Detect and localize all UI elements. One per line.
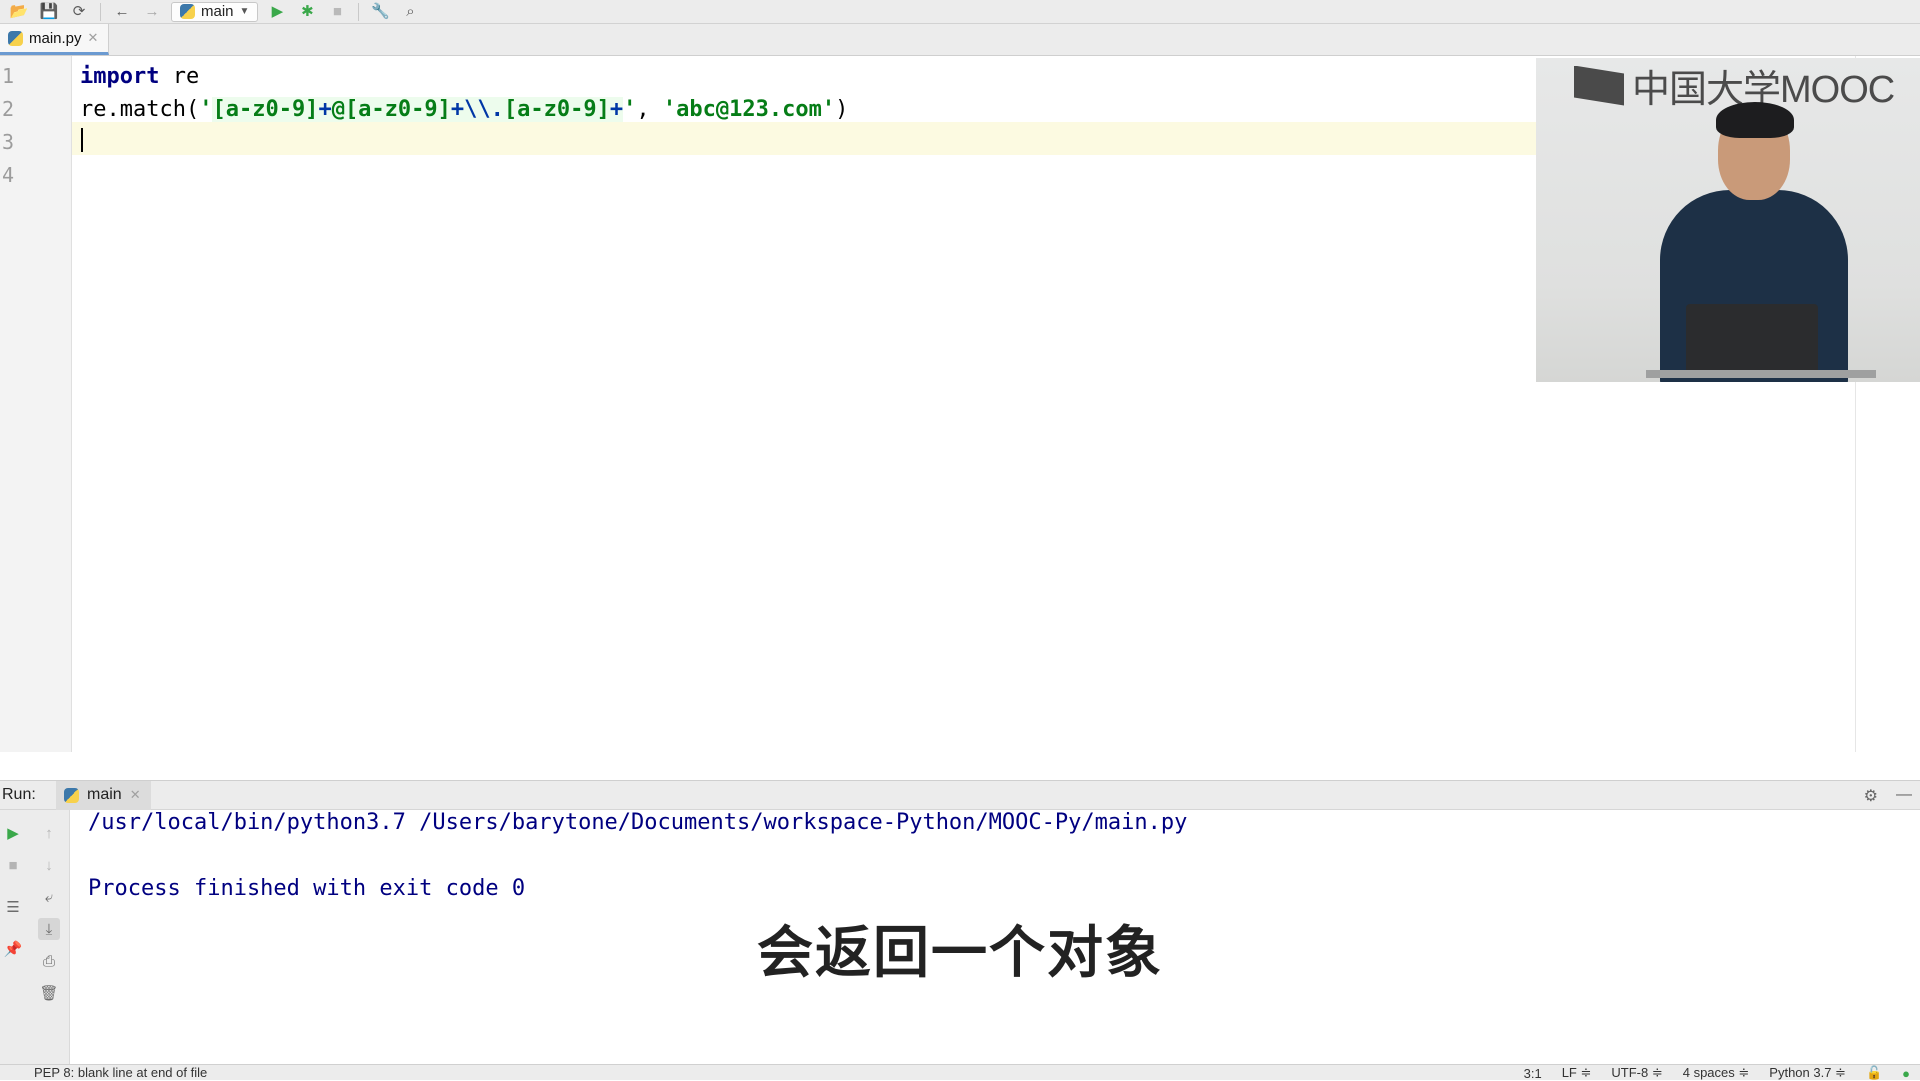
chevron-down-icon: ▼ <box>239 6 250 17</box>
mooc-logo-icon <box>1574 65 1624 106</box>
string-quote: ' <box>623 97 637 122</box>
line-number-gutter: 1 2 3 4 <box>0 56 72 752</box>
caret-position[interactable]: 3:1 <box>1524 1066 1542 1081</box>
save-icon[interactable]: 💾 <box>34 2 64 22</box>
arrow-down-icon[interactable]: ↓ <box>38 854 60 876</box>
forward-icon[interactable]: → <box>137 2 167 22</box>
search-icon[interactable]: ⌕ <box>395 2 425 22</box>
laptop-image <box>1686 304 1818 376</box>
run-label: Run: <box>2 786 36 803</box>
line-separator[interactable]: LF ≑ <box>1562 1065 1592 1081</box>
run-tab-label: main <box>87 786 122 803</box>
run-tab-main[interactable]: main ✕ <box>56 780 151 810</box>
status-widgets: 3:1 LF ≑ UTF-8 ≑ 4 spaces ≑ Python 3.7 ≑… <box>1524 1065 1910 1081</box>
toolbar-divider <box>358 2 360 21</box>
close-icon[interactable]: ✕ <box>88 30 99 46</box>
status-bar: PEP 8: blank line at end of file 3:1 LF … <box>0 1064 1920 1081</box>
string-quote: ' <box>199 97 213 122</box>
code-text: re <box>159 64 200 89</box>
editor-tab-bar: main.py ✕ <box>0 24 1920 56</box>
string-literal: 'abc@123.com' <box>662 97 836 122</box>
debug-icon[interactable]: ✱ <box>292 2 322 22</box>
desk-edge <box>1646 370 1876 378</box>
run-tool-header: Run: main ✕ ⚙ — <box>0 780 1920 810</box>
regex-quantifier: + <box>450 97 465 122</box>
run-configuration-selector[interactable]: main ▼ <box>171 1 259 22</box>
soft-wrap-icon[interactable]: ⤶ <box>38 886 60 908</box>
regex-char-class: [a-z0-9] <box>503 97 610 122</box>
regex-quantifier: + <box>318 97 332 122</box>
regex-char-class: [a-z0-9] <box>212 97 319 122</box>
regex-literal: @ <box>331 97 345 122</box>
code-line-2[interactable]: re.match('[a-z0-9]+@[a-z0-9]+\\.[a-z0-9]… <box>80 93 848 126</box>
back-icon[interactable]: ← <box>107 2 137 22</box>
code-text: re.match( <box>80 97 200 122</box>
python-icon <box>64 787 79 803</box>
close-icon[interactable]: ✕ <box>130 787 141 803</box>
indent-setting[interactable]: 4 spaces ≑ <box>1683 1065 1750 1081</box>
file-encoding[interactable]: UTF-8 ≑ <box>1611 1065 1662 1081</box>
code-text: , <box>636 97 663 122</box>
keyword-import: import <box>80 64 160 89</box>
lock-icon[interactable]: 🔓 <box>1866 1065 1882 1081</box>
status-message: PEP 8: blank line at end of file <box>34 1065 208 1080</box>
main-toolbar: 📂 💾 ⟳ ← → main ▼ ▶ ✱ ■ 🔧 ⌕ <box>0 0 1920 24</box>
text-cursor <box>81 128 83 152</box>
run-tool-actions: ⚙ — <box>1864 786 1912 806</box>
video-subtitle: 会返回一个对象 <box>757 921 1163 986</box>
run-config-label: main <box>201 3 234 20</box>
gear-icon[interactable]: ⚙ <box>1864 786 1878 806</box>
rerun-icon[interactable]: ▶ <box>2 822 24 844</box>
minimize-icon[interactable]: — <box>1896 786 1912 806</box>
stop-icon[interactable]: ■ <box>2 854 24 876</box>
arrow-up-icon[interactable]: ↑ <box>38 822 60 844</box>
sync-icon[interactable]: ⟳ <box>64 2 94 22</box>
line-number: 2 <box>2 97 15 121</box>
line-number: 3 <box>2 130 15 154</box>
regex-escape: \\. <box>464 97 504 122</box>
tab-filename: main.py <box>29 29 82 47</box>
code-line-1[interactable]: import re <box>80 60 199 93</box>
python-file-icon <box>8 30 23 46</box>
toolbar-divider <box>100 2 101 21</box>
lecturer-hair <box>1716 102 1794 138</box>
regex-quantifier: + <box>609 97 624 122</box>
console-line: /usr/local/bin/python3.7 /Users/barytone… <box>88 810 1188 835</box>
folder-open-icon[interactable]: 📂 <box>4 2 34 22</box>
stop-icon[interactable]: ■ <box>322 2 352 22</box>
python-interpreter[interactable]: Python 3.7 ≑ <box>1769 1065 1846 1081</box>
regex-char-class: [a-z0-9] <box>344 97 451 122</box>
wrench-icon[interactable]: 🔧 <box>365 2 395 22</box>
line-number: 1 <box>2 64 15 88</box>
code-text: ) <box>835 97 849 122</box>
current-line-highlight <box>72 122 1536 155</box>
event-log-icon[interactable]: ● <box>1902 1066 1910 1081</box>
console-line: Process finished with exit code 0 <box>88 876 526 901</box>
line-number: 4 <box>2 163 15 187</box>
tab-main-py[interactable]: main.py ✕ <box>0 24 110 55</box>
lecturer-video: 中国大学MOOC <box>1536 58 1920 382</box>
python-icon <box>180 4 195 19</box>
run-icon[interactable]: ▶ <box>262 2 292 22</box>
